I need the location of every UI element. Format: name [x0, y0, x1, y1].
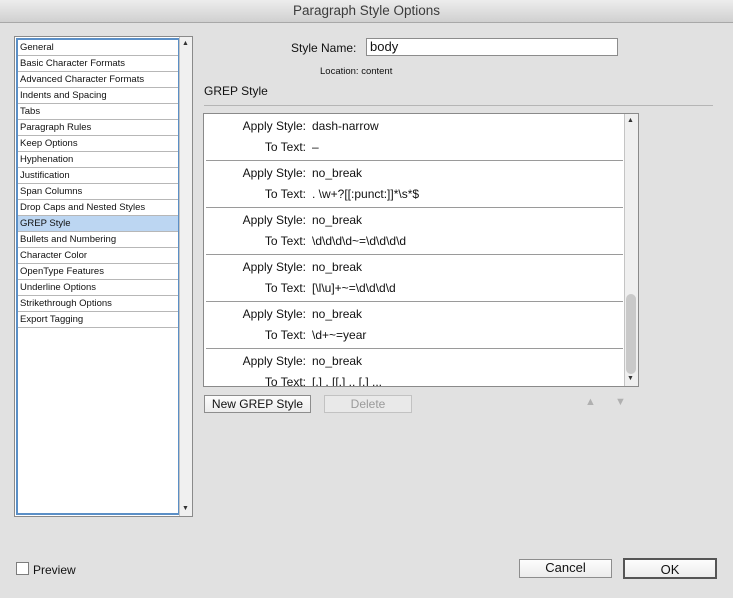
category-item[interactable]: Export Tagging [18, 312, 178, 328]
grep-apply-value: no_break [312, 354, 363, 368]
category-scrollbar[interactable]: ▲ ▼ [179, 37, 192, 516]
delete-button[interactable]: Delete [324, 395, 412, 413]
grep-apply-label: Apply Style: [242, 260, 306, 274]
location-text: Location: content [320, 66, 393, 77]
grep-style-row[interactable]: Apply Style: dash-narrow To Text: – [206, 114, 623, 161]
grep-style-row[interactable]: Apply Style: no_break To Text: . \w+?[[:pun… [206, 161, 623, 208]
new-grep-style-button[interactable]: New GREP Style [204, 395, 311, 413]
grep-to-label: To Text: [264, 375, 306, 387]
category-item[interactable]: GREP Style [18, 216, 178, 232]
grep-apply-label: Apply Style: [242, 354, 306, 368]
category-item[interactable]: Bullets and Numbering [18, 232, 178, 248]
grep-style-row[interactable]: Apply Style: no_break To Text: \d\d\d\d~=\d… [206, 208, 623, 255]
category-item[interactable]: Strikethrough Options [18, 296, 178, 312]
move-up-icon[interactable]: ▲ [585, 396, 596, 408]
category-item[interactable]: Tabs [18, 104, 178, 120]
grep-to-label: To Text: [264, 187, 306, 201]
ok-button[interactable]: OK [623, 558, 717, 579]
grep-to-value: \d\d\d\d~=\d\d\d\d [312, 234, 407, 248]
grep-to-value: [\l\u]+~=\d\d\d\d [312, 281, 396, 295]
scroll-down-icon[interactable]: ▼ [182, 505, 189, 513]
grep-to-value: . \w+?[[:punct:]]*\s*$ [312, 187, 420, 201]
grep-rows: Apply Style: dash-narrow To Text: – Apply St… [204, 114, 625, 387]
category-item[interactable]: Drop Caps and Nested Styles [18, 200, 178, 216]
grep-to-label: To Text: [264, 328, 306, 342]
grep-style-row[interactable]: Apply Style: no_break To Text: [.] , [[.] .… [206, 349, 623, 387]
scroll-thumb[interactable] [626, 294, 636, 374]
grep-to-label: To Text: [264, 140, 306, 154]
grep-style-list[interactable]: Apply Style: dash-narrow To Text: – Apply St… [203, 113, 639, 387]
preview-checkbox[interactable]: Preview [16, 562, 76, 577]
grep-style-row[interactable]: Apply Style: no_break To Text: [\l\u]+~=\d\… [206, 255, 623, 302]
grep-to-label: To Text: [264, 281, 306, 295]
category-item[interactable]: Span Columns [18, 184, 178, 200]
grep-apply-value: no_break [312, 260, 363, 274]
style-name-label: Style Name: [291, 41, 357, 55]
style-name-input[interactable]: body [366, 38, 618, 56]
grep-apply-value: no_break [312, 166, 363, 180]
move-down-icon[interactable]: ▼ [615, 396, 626, 408]
grep-scrollbar[interactable]: ▲ ▼ [624, 114, 638, 386]
category-item[interactable]: Hyphenation [18, 152, 178, 168]
grep-apply-label: Apply Style: [242, 119, 306, 133]
window-title: Paragraph Style Options [0, 0, 733, 23]
scroll-down-icon[interactable]: ▼ [627, 375, 634, 383]
category-item[interactable]: General [18, 40, 178, 56]
section-title: GREP Style [204, 84, 268, 98]
category-item[interactable]: Advanced Character Formats [18, 72, 178, 88]
grep-apply-label: Apply Style: [242, 166, 306, 180]
cancel-button[interactable]: Cancel [519, 559, 612, 578]
scroll-up-icon[interactable]: ▲ [627, 117, 634, 125]
section-divider [204, 105, 713, 106]
grep-apply-value: no_break [312, 213, 363, 227]
category-list[interactable]: General Basic Character Formats Advanced C… [16, 38, 180, 515]
category-item[interactable]: OpenType Features [18, 264, 178, 280]
grep-to-value: \d+~=year [312, 328, 367, 342]
category-item[interactable]: Character Color [18, 248, 178, 264]
grep-to-value: [.] , [[.] .. [.] ... [312, 375, 383, 387]
category-item[interactable]: Indents and Spacing [18, 88, 178, 104]
checkbox-icon[interactable] [16, 562, 29, 575]
grep-to-value: – [312, 140, 319, 154]
grep-apply-value: no_break [312, 307, 363, 321]
grep-style-row[interactable]: Apply Style: no_break To Text: \d+~=year [206, 302, 623, 349]
category-item[interactable]: Paragraph Rules [18, 120, 178, 136]
category-item[interactable]: Keep Options [18, 136, 178, 152]
category-item[interactable]: Underline Options [18, 280, 178, 296]
grep-apply-label: Apply Style: [242, 213, 306, 227]
category-item[interactable]: Basic Character Formats [18, 56, 178, 72]
category-list-frame: General Basic Character Formats Advanced C… [14, 36, 193, 517]
grep-to-label: To Text: [264, 234, 306, 248]
scroll-up-icon[interactable]: ▲ [182, 40, 189, 48]
grep-apply-label: Apply Style: [242, 307, 306, 321]
preview-label: Preview [33, 563, 76, 577]
category-item[interactable]: Justification [18, 168, 178, 184]
grep-apply-value: dash-narrow [312, 119, 379, 133]
